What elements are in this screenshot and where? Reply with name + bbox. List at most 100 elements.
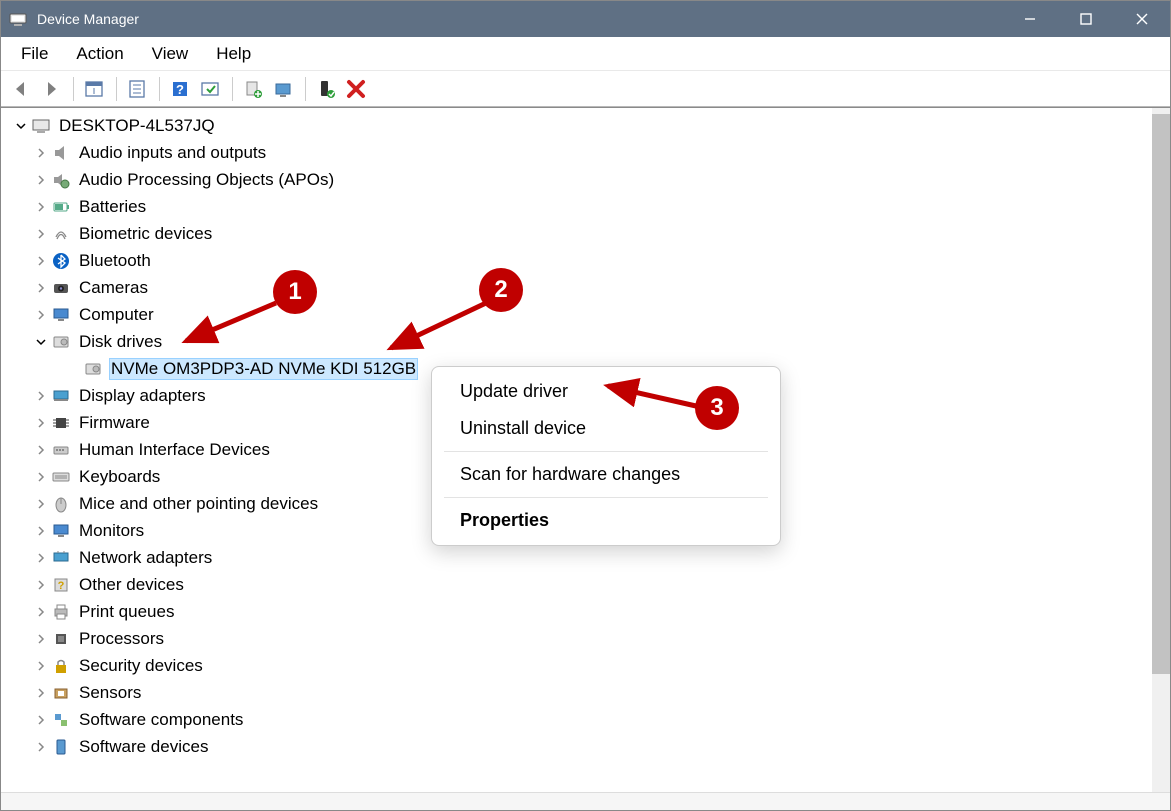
tree-item-label: Audio Processing Objects (APOs) <box>77 169 336 191</box>
tree-item-label: Human Interface Devices <box>77 439 272 461</box>
window-title: Device Manager <box>37 11 1002 27</box>
tree-item-other-devices[interactable]: ? Other devices <box>5 571 1152 598</box>
menu-view[interactable]: View <box>138 40 203 68</box>
close-button[interactable] <box>1114 1 1170 37</box>
toolbar-separator <box>73 77 74 101</box>
scrollbar-thumb[interactable] <box>1152 114 1170 674</box>
tree-item-label: Disk drives <box>77 331 164 353</box>
tree-item-apo[interactable]: Audio Processing Objects (APOs) <box>5 166 1152 193</box>
tree-root[interactable]: DESKTOP-4L537JQ <box>5 112 1152 139</box>
chevron-right-icon[interactable] <box>33 199 49 215</box>
lock-icon <box>51 656 71 676</box>
tree-item-print-queues[interactable]: Print queues <box>5 598 1152 625</box>
chevron-right-icon[interactable] <box>33 226 49 242</box>
action-button[interactable] <box>196 75 224 103</box>
back-button[interactable] <box>7 75 35 103</box>
titlebar[interactable]: Device Manager <box>1 1 1170 37</box>
tree-item-label: Network adapters <box>77 547 214 569</box>
chevron-right-icon[interactable] <box>33 415 49 431</box>
device-tree[interactable]: DESKTOP-4L537JQ Audio inputs and outputs… <box>1 108 1152 792</box>
disk-icon <box>51 332 71 352</box>
chevron-right-icon[interactable] <box>33 523 49 539</box>
properties-button[interactable] <box>123 75 151 103</box>
tree-item-disk-drives[interactable]: Disk drives <box>5 328 1152 355</box>
monitor-icon <box>51 521 71 541</box>
context-scan-hardware[interactable]: Scan for hardware changes <box>432 456 780 493</box>
toolbar-separator <box>232 77 233 101</box>
tree-item-label: Software components <box>77 709 245 731</box>
chevron-right-icon[interactable] <box>33 442 49 458</box>
tree-item-security-devices[interactable]: Security devices <box>5 652 1152 679</box>
tree-item-software-components[interactable]: Software components <box>5 706 1152 733</box>
speaker-icon <box>51 143 71 163</box>
help-button[interactable]: ? <box>166 75 194 103</box>
chip-icon <box>51 413 71 433</box>
mouse-icon <box>51 494 71 514</box>
chevron-right-icon[interactable] <box>33 550 49 566</box>
chevron-down-icon[interactable] <box>33 334 49 350</box>
tree-item-label: Monitors <box>77 520 146 542</box>
tree-item-bluetooth[interactable]: Bluetooth <box>5 247 1152 274</box>
tree-item-label: Computer <box>77 304 156 326</box>
chevron-right-icon[interactable] <box>33 253 49 269</box>
tree-item-label: Software devices <box>77 736 210 758</box>
keyboard-icon <box>51 467 71 487</box>
chevron-right-icon[interactable] <box>33 577 49 593</box>
forward-button[interactable] <box>37 75 65 103</box>
context-separator <box>444 497 768 498</box>
tree-item-label: Cameras <box>77 277 150 299</box>
chevron-right-icon[interactable] <box>33 145 49 161</box>
unknown-device-icon: ? <box>51 575 71 595</box>
monitor-icon <box>51 305 71 325</box>
chevron-right-icon[interactable] <box>33 712 49 728</box>
software-device-icon <box>51 737 71 757</box>
show-hidden-button[interactable] <box>80 75 108 103</box>
toolbar-separator <box>116 77 117 101</box>
component-icon <box>51 710 71 730</box>
chevron-right-icon[interactable] <box>33 496 49 512</box>
chevron-right-icon[interactable] <box>33 307 49 323</box>
chevron-right-icon[interactable] <box>33 631 49 647</box>
enable-button[interactable] <box>312 75 340 103</box>
chevron-right-icon[interactable] <box>33 172 49 188</box>
tree-item-cameras[interactable]: Cameras <box>5 274 1152 301</box>
tree-item-batteries[interactable]: Batteries <box>5 193 1152 220</box>
tree-item-biometric[interactable]: Biometric devices <box>5 220 1152 247</box>
tree-item-software-devices[interactable]: Software devices <box>5 733 1152 760</box>
chevron-right-icon[interactable] <box>33 685 49 701</box>
tree-item-sensors[interactable]: Sensors <box>5 679 1152 706</box>
minimize-button[interactable] <box>1002 1 1058 37</box>
tree-root-label: DESKTOP-4L537JQ <box>57 115 217 137</box>
chevron-right-icon[interactable] <box>33 739 49 755</box>
status-bar <box>1 792 1170 810</box>
menubar: File Action View Help <box>1 37 1170 71</box>
tree-item-label: Print queues <box>77 601 176 623</box>
chevron-right-icon[interactable] <box>33 469 49 485</box>
tree-item-label: NVMe OM3PDP3-AD NVMe KDI 512GB <box>109 358 418 380</box>
chevron-right-icon[interactable] <box>33 388 49 404</box>
tree-item-audio-io[interactable]: Audio inputs and outputs <box>5 139 1152 166</box>
context-properties[interactable]: Properties <box>432 502 780 539</box>
tree-item-label: Security devices <box>77 655 205 677</box>
tree-item-network[interactable]: Network adapters <box>5 544 1152 571</box>
uninstall-button[interactable] <box>269 75 297 103</box>
chevron-down-icon[interactable] <box>13 118 29 134</box>
sensor-icon <box>51 683 71 703</box>
maximize-button[interactable] <box>1058 1 1114 37</box>
gpu-icon <box>51 386 71 406</box>
update-driver-button[interactable] <box>239 75 267 103</box>
window-controls <box>1002 1 1170 37</box>
disable-button[interactable] <box>342 75 370 103</box>
tree-item-processors[interactable]: Processors <box>5 625 1152 652</box>
menu-help[interactable]: Help <box>202 40 265 68</box>
tree-item-computer[interactable]: Computer <box>5 301 1152 328</box>
chevron-right-icon[interactable] <box>33 280 49 296</box>
tree-item-label: Other devices <box>77 574 186 596</box>
menu-action[interactable]: Action <box>62 40 137 68</box>
chevron-right-icon[interactable] <box>33 658 49 674</box>
vertical-scrollbar[interactable] <box>1152 108 1170 792</box>
fingerprint-icon <box>51 224 71 244</box>
menu-file[interactable]: File <box>7 40 62 68</box>
tree-item-label: Biometric devices <box>77 223 214 245</box>
chevron-right-icon[interactable] <box>33 604 49 620</box>
